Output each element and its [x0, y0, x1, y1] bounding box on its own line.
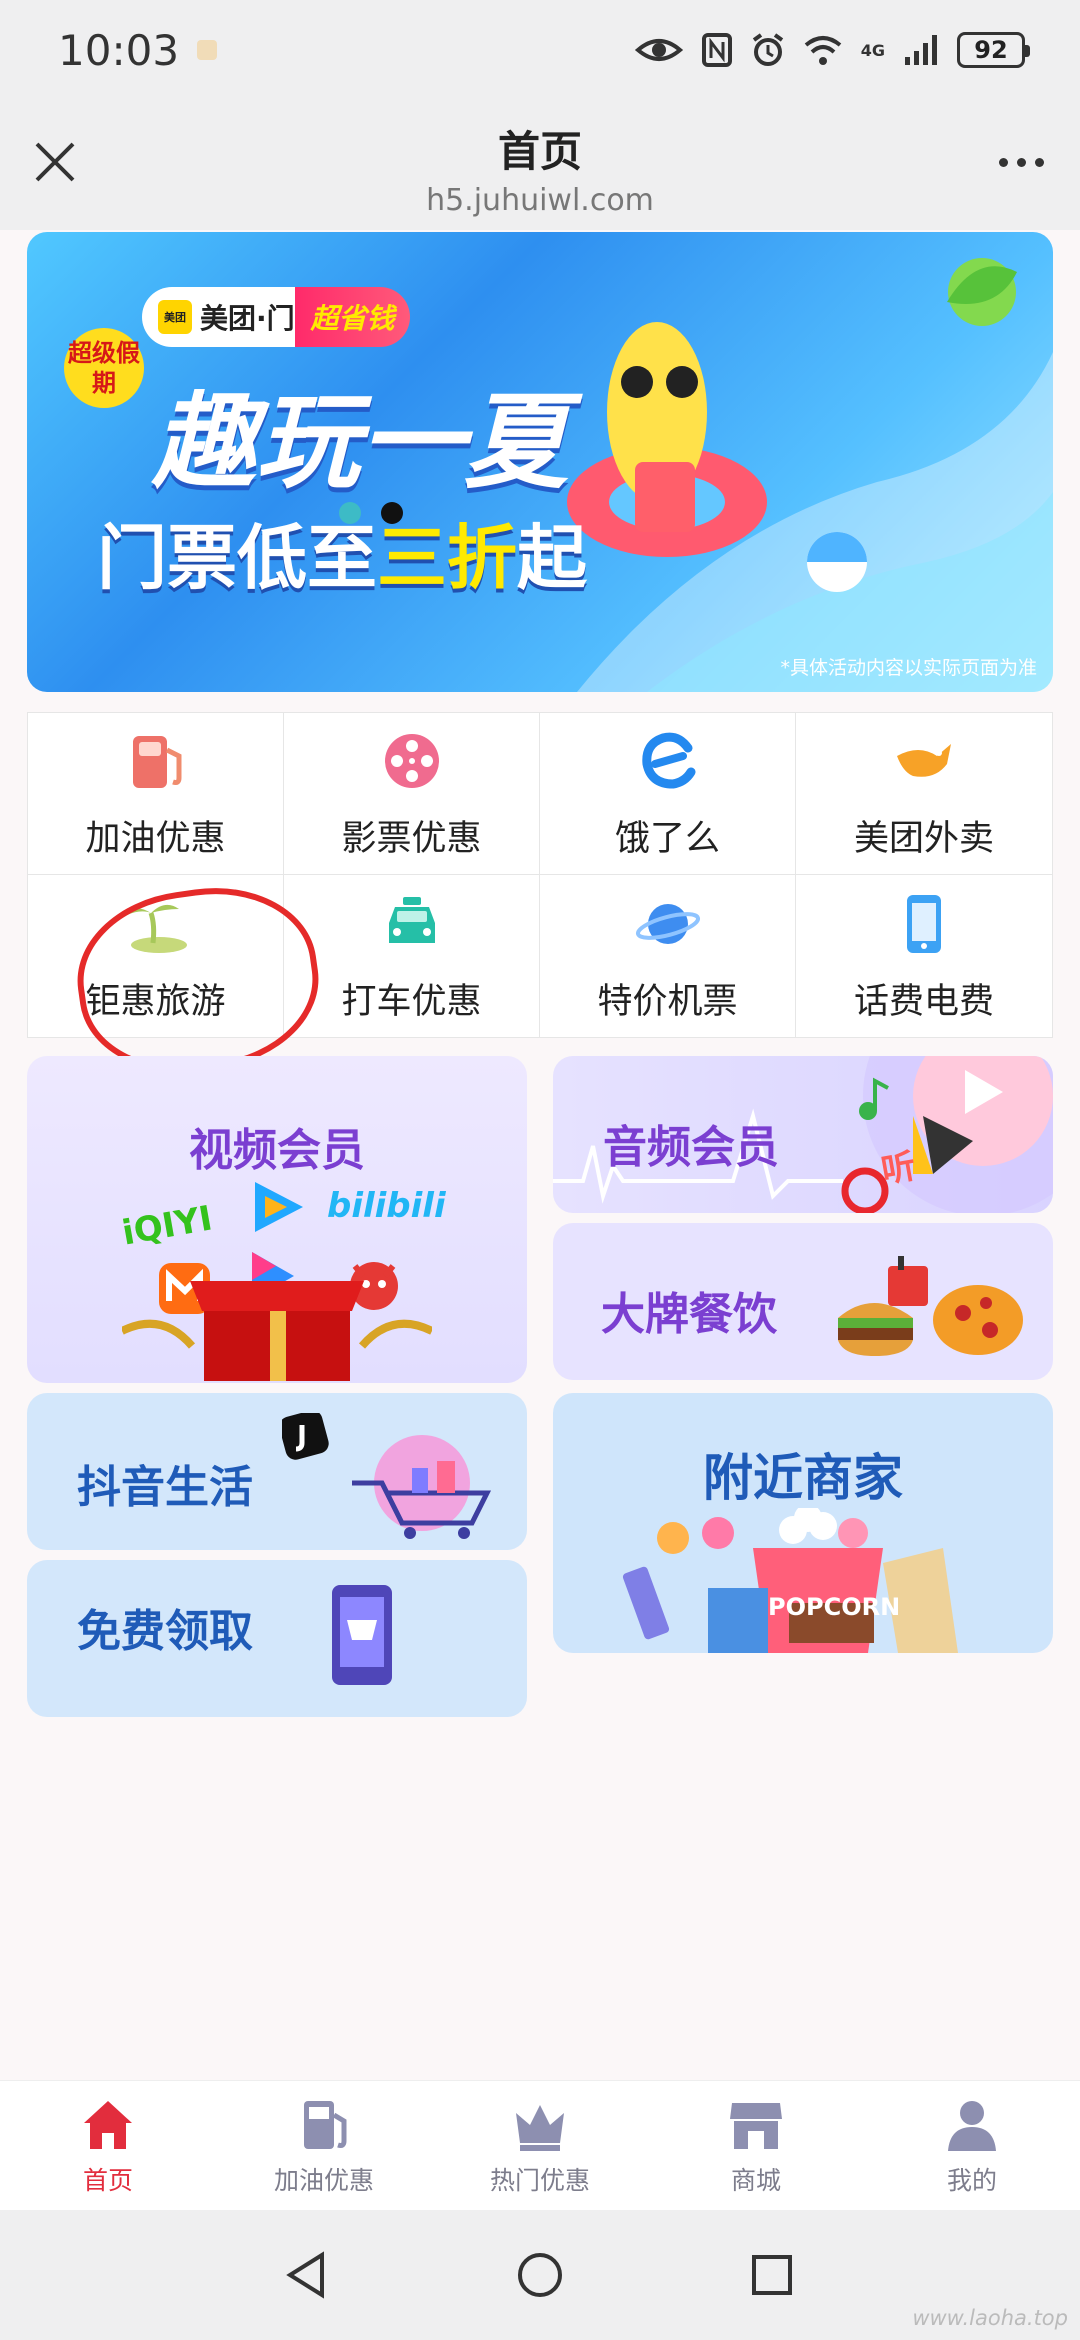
- recents-square-icon[interactable]: [746, 2249, 798, 2301]
- card-title: 大牌餐饮: [601, 1289, 777, 1340]
- nav-store[interactable]: 商城: [648, 2081, 864, 2210]
- nfc-icon: [701, 33, 732, 67]
- snacks-illustration: [622, 1508, 958, 1653]
- system-nav-bar: www.laoha.top: [0, 2210, 1080, 2340]
- beach-wave-graphic: [567, 258, 1053, 692]
- network-type: 4G: [860, 40, 885, 60]
- card-title: 抖音生活: [77, 1462, 253, 1513]
- service-label: 饿了么: [614, 819, 720, 859]
- gift-box-icon: [122, 1281, 432, 1381]
- nav-label: 首页: [82, 2165, 133, 2195]
- user-icon: [948, 2100, 996, 2151]
- gas-pump-icon: [304, 2100, 347, 2149]
- service-label: 美团外卖: [853, 819, 994, 859]
- back-triangle-icon[interactable]: [282, 2249, 334, 2301]
- planet-icon: [635, 903, 700, 944]
- promo-banner[interactable]: 美团 美团·门票 超省钱 超级假期 趣玩一夏 门票低至三折起 *具体活动内容以实…: [27, 232, 1053, 692]
- bottom-nav: 首页 加油优惠 热门优惠 商城 我的: [0, 2080, 1080, 2210]
- clock-text: 10:03: [58, 25, 180, 75]
- card-video-membership[interactable]: 视频会员 iQIYI bilibili: [27, 1056, 527, 1383]
- status-time: 10:03: [58, 25, 218, 75]
- nav-label: 热门优惠: [489, 2165, 590, 2195]
- popcorn-text: POPCORN: [768, 1593, 901, 1621]
- card-title: 视频会员: [189, 1125, 365, 1176]
- carousel-dot[interactable]: [339, 502, 361, 524]
- card-title: 免费领取: [77, 1606, 253, 1657]
- app-notification-icon: [197, 40, 218, 60]
- carousel-dot-active[interactable]: [381, 502, 403, 524]
- battery-level: 92: [974, 36, 1008, 64]
- nav-label: 我的: [946, 2165, 997, 2195]
- more-options-icon[interactable]: [999, 158, 1044, 167]
- page-url: h5.juhuiwl.com: [426, 183, 654, 218]
- card-title: 附近商家: [703, 1449, 903, 1507]
- meituan-logo-icon: 美团: [158, 300, 192, 334]
- subtitle-prefix: 门票低至: [97, 517, 377, 599]
- title-wrap: 首页 h5.juhuiwl.com: [0, 118, 1080, 218]
- nav-profile[interactable]: 我的: [864, 2081, 1080, 2210]
- service-label: 话费电费: [853, 981, 994, 1022]
- kangaroo-icon: [897, 744, 951, 777]
- alarm-icon: [752, 33, 783, 66]
- film-reel-icon: [384, 734, 439, 788]
- status-bar: 10:03 4G 92: [0, 0, 1080, 100]
- carousel-dots: [339, 502, 403, 524]
- nav-home[interactable]: 首页: [0, 2081, 216, 2210]
- wifi-icon: [804, 36, 842, 65]
- phone-shopping-icon: [332, 1585, 392, 1685]
- eye-icon: [634, 39, 683, 61]
- battery-icon: 92: [957, 32, 1030, 68]
- tencent-video-logo-icon: [255, 1182, 303, 1232]
- service-gas[interactable]: 加油优惠: [28, 713, 284, 875]
- card-free-claim[interactable]: 免费领取: [27, 1560, 527, 1717]
- crown-icon: [516, 2104, 564, 2151]
- store-icon: [730, 2102, 782, 2149]
- phone-icon: [907, 894, 941, 953]
- service-label: 打车优惠: [341, 981, 482, 1022]
- title-bar: 首页 h5.juhuiwl.com: [0, 100, 1080, 230]
- nav-hot-deals[interactable]: 热门优惠: [432, 2081, 648, 2210]
- gas-pump-icon: [132, 736, 181, 788]
- card-douyin-life[interactable]: 抖音生活: [27, 1393, 527, 1550]
- service-bills[interactable]: 话费电费: [796, 875, 1052, 1037]
- eleme-logo-icon: [641, 732, 695, 789]
- iqiyi-logo: iQIYI: [119, 1198, 216, 1254]
- banner-disclaimer: *具体活动内容以实际页面为准: [780, 657, 1037, 679]
- holiday-badge: 超级假期: [64, 328, 144, 408]
- banner-title: 趣玩一夏: [152, 381, 569, 503]
- service-label: 加油优惠: [85, 819, 226, 859]
- service-meituan[interactable]: 美团外卖: [796, 713, 1052, 875]
- service-taxi[interactable]: 打车优惠: [284, 875, 540, 1037]
- subtitle-highlight: 三折: [377, 517, 517, 599]
- card-brand-dining[interactable]: 大牌餐饮: [553, 1223, 1053, 1380]
- content-scroll[interactable]: 美团 美团·门票 超省钱 超级假期 趣玩一夏 门票低至三折起 *具体活动内容以实…: [0, 230, 1080, 2080]
- service-label: 影票优惠: [341, 819, 482, 859]
- service-eleme[interactable]: 饿了么: [540, 713, 796, 875]
- subtitle-suffix: 起: [517, 517, 587, 599]
- bilibili-logo: bilibili: [327, 1186, 446, 1226]
- card-audio-membership[interactable]: 听 音频会员: [553, 1056, 1053, 1213]
- card-title: 音频会员: [603, 1122, 779, 1173]
- nav-label: 加油优惠: [273, 2165, 374, 2195]
- status-icons: 4G 92: [634, 32, 1030, 68]
- nav-label: 商城: [730, 2165, 781, 2195]
- service-label: 特价机票: [597, 981, 738, 1022]
- service-movie[interactable]: 影票优惠: [284, 713, 540, 875]
- home-circle-icon[interactable]: [514, 2249, 566, 2301]
- page-title: 首页: [497, 127, 582, 176]
- brand-tag: 超省钱: [295, 287, 410, 347]
- card-nearby-merchants[interactable]: 附近商家 POPCORN: [553, 1393, 1053, 1653]
- watermark: www.laoha.top: [912, 2306, 1068, 2330]
- home-icon: [84, 2100, 132, 2149]
- nav-gas[interactable]: 加油优惠: [216, 2081, 432, 2210]
- fast-food-icon: [838, 1256, 1023, 1356]
- douyin-cart-illustration: [282, 1413, 492, 1539]
- signal-icon: [905, 35, 937, 65]
- taxi-icon: [388, 896, 435, 943]
- service-flight[interactable]: 特价机票: [540, 875, 796, 1037]
